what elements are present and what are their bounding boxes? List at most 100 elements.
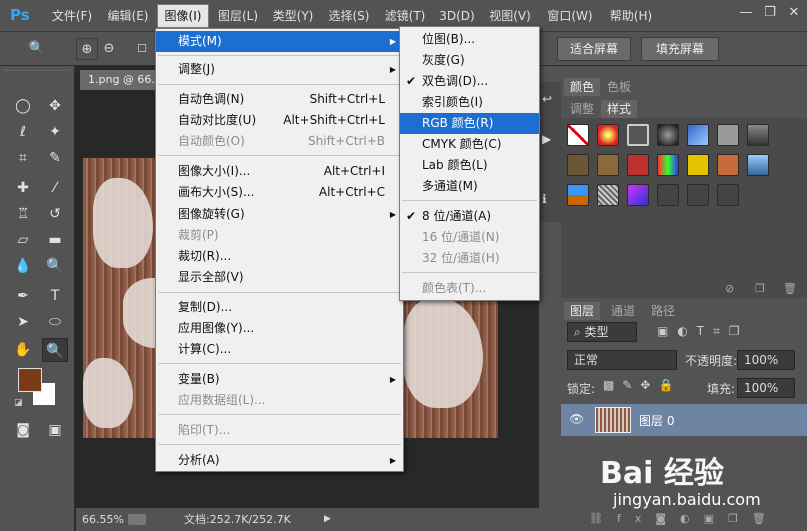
tab-swatches[interactable]: 色板: [601, 78, 637, 96]
mode-grayscale[interactable]: 灰度(G): [400, 50, 539, 71]
tab-layers[interactable]: 图层: [564, 302, 601, 320]
style-swatch[interactable]: [567, 154, 589, 176]
blend-mode-select[interactable]: 正常: [567, 350, 677, 370]
default-colors-icon[interactable]: ◪: [14, 398, 23, 408]
zoom-out-icon[interactable]: ⊖: [98, 38, 120, 60]
new-style-icon[interactable]: ❐: [755, 282, 765, 295]
menu-item-image-size[interactable]: 图像大小(I)... Alt+Ctrl+I: [156, 161, 403, 182]
opacity-field[interactable]: 100%: [737, 350, 795, 370]
type-icon[interactable]: T: [42, 284, 68, 308]
delete-style-icon[interactable]: 🗑: [783, 282, 797, 295]
mode-bitmap[interactable]: 位图(B)...: [400, 29, 539, 50]
menu-item-auto-tone[interactable]: 自动色调(N) Shift+Ctrl+L: [156, 89, 403, 110]
menu-item-apply-data-set[interactable]: 应用数据组(L)...: [156, 390, 403, 411]
magic-wand-icon[interactable]: ✦: [42, 120, 68, 144]
tab-channels[interactable]: 通道: [605, 302, 641, 320]
style-swatch[interactable]: [747, 154, 769, 176]
mode-indexed-color[interactable]: 索引颜色(I): [400, 92, 539, 113]
status-info-icon[interactable]: [128, 514, 146, 525]
style-none[interactable]: [567, 124, 589, 146]
lasso-icon[interactable]: ℓ: [10, 120, 36, 144]
minimize-icon[interactable]: —: [733, 3, 759, 23]
ellipse-icon[interactable]: ⬭: [42, 310, 68, 334]
eraser-icon[interactable]: ▱: [10, 228, 36, 252]
mode-16-bit[interactable]: 16 位/通道(N): [400, 227, 539, 248]
style-swatch[interactable]: [597, 184, 619, 206]
mode-duotone[interactable]: ✔ 双色调(D)...: [400, 71, 539, 92]
layer-row[interactable]: 👁 图层 0: [561, 404, 807, 436]
menu-item-auto-contrast[interactable]: 自动对比度(U) Alt+Shift+Ctrl+L: [156, 110, 403, 131]
gradient-icon[interactable]: ▬: [42, 228, 68, 252]
style-swatch[interactable]: [717, 184, 739, 206]
mode-multichannel[interactable]: 多通道(M): [400, 176, 539, 197]
eye-icon[interactable]: 👁: [569, 412, 584, 426]
healing-brush-icon[interactable]: ✚: [10, 176, 36, 200]
style-swatch[interactable]: [687, 154, 709, 176]
menu-window[interactable]: 窗口(W): [542, 0, 598, 32]
marquee-icon[interactable]: ◯: [10, 94, 36, 118]
menu-item-apply-image[interactable]: 应用图像(Y)...: [156, 318, 403, 339]
style-swatch[interactable]: [657, 154, 679, 176]
mode-32-bit[interactable]: 32 位/通道(H): [400, 248, 539, 269]
menu-item-crop[interactable]: 裁剪(P): [156, 225, 403, 246]
style-swatch[interactable]: [627, 124, 649, 146]
menu-item-calculations[interactable]: 计算(C)...: [156, 339, 403, 360]
style-swatch[interactable]: [567, 184, 589, 206]
menu-item-auto-color[interactable]: 自动颜色(O) Shift+Ctrl+B: [156, 131, 403, 152]
menu-item-trim[interactable]: 裁切(R)...: [156, 246, 403, 267]
zoom-icon[interactable]: 🔍: [42, 338, 68, 362]
fill-field[interactable]: 100%: [737, 378, 795, 398]
mode-cmyk-color[interactable]: CMYK 颜色(C): [400, 134, 539, 155]
tab-color[interactable]: 颜色: [564, 78, 601, 96]
menu-item-canvas-size[interactable]: 画布大小(S)... Alt+Ctrl+C: [156, 182, 403, 203]
zoom-tool-icon[interactable]: 🔍: [26, 38, 48, 60]
style-swatch[interactable]: [627, 154, 649, 176]
blur-icon[interactable]: 💧: [10, 254, 36, 278]
quick-mask-icon[interactable]: ◙: [10, 418, 36, 442]
menu-item-analysis[interactable]: 分析(A) ▶: [156, 450, 403, 471]
menu-help[interactable]: 帮助(H): [604, 0, 658, 32]
mode-color-table[interactable]: 颜色表(T)...: [400, 278, 539, 299]
style-swatch[interactable]: [717, 124, 739, 146]
eyedropper-icon[interactable]: ✎: [42, 146, 68, 170]
mode-8-bit[interactable]: ✔ 8 位/通道(A): [400, 206, 539, 227]
menu-item-reveal-all[interactable]: 显示全部(V): [156, 267, 403, 288]
layer-filter-icons[interactable]: ▣◐T⌗❐: [657, 324, 749, 339]
style-swatch[interactable]: [717, 154, 739, 176]
tab-paths[interactable]: 路径: [645, 302, 681, 320]
style-swatch[interactable]: [687, 124, 709, 146]
zoom-in-icon[interactable]: ⊕: [76, 38, 98, 60]
actions-icon[interactable]: ▶: [542, 132, 551, 146]
layer-footer-icons[interactable]: ⛓fx◙◐▣❐🗑: [589, 512, 780, 525]
menu-item-variables[interactable]: 变量(B) ▶: [156, 369, 403, 390]
menu-item-image-rotation[interactable]: 图像旋转(G) ▶: [156, 204, 403, 225]
history-brush-icon[interactable]: ↺: [42, 202, 68, 226]
tab-adjustments[interactable]: 调整: [564, 100, 600, 118]
lock-icons[interactable]: ▩✎✥🔒: [603, 378, 681, 392]
fill-screen-button[interactable]: 填充屏幕: [641, 37, 719, 61]
move-icon[interactable]: ✥: [42, 94, 68, 118]
style-swatch[interactable]: [687, 184, 709, 206]
menu-item-duplicate[interactable]: 复制(D)...: [156, 297, 403, 318]
style-swatch[interactable]: [657, 124, 679, 146]
pen-icon[interactable]: ✒: [10, 284, 36, 308]
path-select-icon[interactable]: ➤: [10, 310, 36, 334]
menu-edit[interactable]: 编辑(E): [100, 0, 156, 32]
clone-stamp-icon[interactable]: ♖: [10, 202, 36, 226]
hand-icon[interactable]: ✋: [10, 338, 36, 362]
style-swatch[interactable]: [597, 124, 619, 146]
screen-mode-icon[interactable]: ▣: [42, 418, 68, 442]
mode-rgb-color[interactable]: RGB 颜色(R): [400, 113, 539, 134]
zoom-level[interactable]: 66.55%: [82, 508, 124, 531]
checkbox-icon[interactable]: ☐: [132, 38, 152, 60]
style-swatch[interactable]: [627, 184, 649, 206]
dodge-icon[interactable]: 🔍: [42, 254, 68, 278]
fit-screen-button[interactable]: 适合屏幕: [557, 37, 631, 61]
mode-lab-color[interactable]: Lab 颜色(L): [400, 155, 539, 176]
menu-item-mode[interactable]: 模式(M) ▶: [156, 31, 403, 52]
menu-item-trap[interactable]: 陷印(T)...: [156, 420, 403, 441]
menu-item-adjustments[interactable]: 调整(J) ▶: [156, 59, 403, 80]
menu-image[interactable]: 图像(I): [157, 4, 209, 28]
style-swatch[interactable]: [747, 124, 769, 146]
close-icon[interactable]: ✕: [781, 3, 807, 23]
